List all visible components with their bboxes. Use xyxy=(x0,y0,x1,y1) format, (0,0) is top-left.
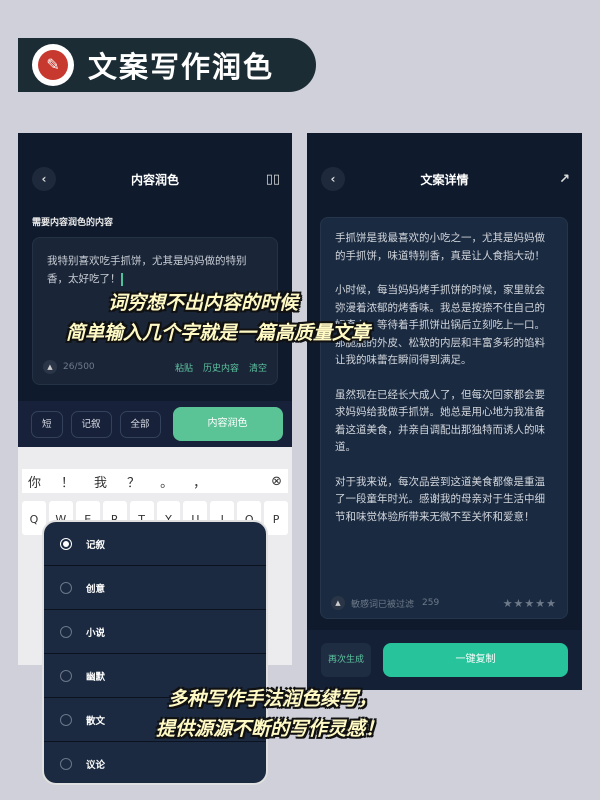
candidate[interactable]: ？ xyxy=(127,472,140,491)
option-argument[interactable]: 议论 xyxy=(44,742,266,783)
regenerate-button[interactable]: 再次生成 xyxy=(321,643,371,677)
option-label: 议论 xyxy=(86,759,106,771)
clear-button[interactable]: 清空 xyxy=(249,361,267,374)
text-caret xyxy=(120,272,123,286)
option-label: 记叙 xyxy=(86,539,106,551)
length-chip[interactable]: 短 xyxy=(31,410,63,438)
char-count: 26/500 xyxy=(63,362,95,372)
detail-screen: ‹ 文案详情 ↗ 手抓饼是我最喜欢的小吃之一，尤其是妈妈做的手抓饼，味道特别香，… xyxy=(307,133,582,690)
paragraph: 对于我来说，每次品尝到这道美食都像是重温了一段童年时光。感谢我的母亲对于生活中细… xyxy=(335,475,545,523)
rating-stars[interactable]: ★★★★★ xyxy=(503,597,557,610)
caption: 提供源源不断的写作灵感！ xyxy=(156,718,385,740)
caption: 简单输入几个字就是一篇高质量文章 xyxy=(66,322,371,344)
pencil-icon: ✎ xyxy=(32,44,74,86)
option-label: 散文 xyxy=(86,715,106,727)
share-icon[interactable]: ↗ xyxy=(559,172,570,187)
radio-icon xyxy=(60,669,72,682)
candidate[interactable]: 。 xyxy=(160,472,173,491)
candidate[interactable]: 你 xyxy=(28,472,41,491)
style-menu: 记叙 创意 小说 幽默 散文 议论 xyxy=(42,520,268,785)
radio-icon xyxy=(60,713,72,726)
option-label: 创意 xyxy=(86,583,106,595)
paragraph: 手抓饼是我最喜欢的小吃之一，尤其是妈妈做的手抓饼，味道特别香，真是让人食指大动！ xyxy=(335,232,545,262)
candidate[interactable]: ， xyxy=(193,472,206,491)
filter-note: 敏感词已被过滤 xyxy=(351,599,415,610)
option-label: 幽默 xyxy=(86,671,106,683)
screen-title: 内容润色 xyxy=(130,172,179,187)
back-button[interactable]: ‹ xyxy=(321,167,345,191)
screen-title: 文案详情 xyxy=(420,172,469,187)
book-icon[interactable]: ▯▯ xyxy=(266,172,280,187)
radio-checked-icon xyxy=(60,537,72,550)
result-card: 手抓饼是我最喜欢的小吃之一，尤其是妈妈做的手抓饼，味道特别香，真是让人食指大动！… xyxy=(320,217,568,619)
candidate[interactable]: 我 xyxy=(94,472,107,491)
caption: 多种写作手法润色续写， xyxy=(168,688,378,710)
close-candidates-icon[interactable]: ⊗ xyxy=(271,474,282,489)
collapse-button[interactable]: ▲ xyxy=(43,360,57,374)
radio-icon xyxy=(60,625,72,638)
input-text: 我特别喜欢吃手抓饼，尤其是妈妈做的特别香，太好吃了！ xyxy=(47,255,247,285)
copy-button[interactable]: 一键复制 xyxy=(383,643,568,677)
option-label: 小说 xyxy=(86,627,106,639)
back-button[interactable]: ‹ xyxy=(32,167,56,191)
paragraph: 虽然现在已经长大成人了，但每次回家都会要求妈妈给我做手抓饼。她总是用心地为我准备… xyxy=(335,388,545,454)
radio-icon xyxy=(60,757,72,770)
title-banner: ✎ 文案写作润色 xyxy=(18,38,316,92)
paste-button[interactable]: 粘贴 xyxy=(175,361,193,374)
caption: 词穷想不出内容的时候 xyxy=(108,292,299,314)
radio-icon xyxy=(60,581,72,594)
option-creative[interactable]: 创意 xyxy=(44,566,266,610)
input-label: 需要内容润色的内容 xyxy=(32,218,114,228)
candidate[interactable]: ！ xyxy=(61,472,74,491)
candidate-bar: 你 ！ 我 ？ 。 ， ⊗ xyxy=(22,469,288,493)
scope-chip[interactable]: 全部 xyxy=(119,410,161,438)
option-narrative[interactable]: 记叙 xyxy=(44,522,266,566)
style-chip[interactable]: 记叙 xyxy=(70,410,112,438)
polish-button[interactable]: 内容润色 xyxy=(172,407,283,441)
collapse-button[interactable]: ▲ xyxy=(331,596,345,610)
history-button[interactable]: 历史内容 xyxy=(203,361,239,374)
key[interactable]: P xyxy=(264,501,289,535)
word-count: 259 xyxy=(422,598,440,608)
banner-title: 文案写作润色 xyxy=(88,50,275,84)
option-novel[interactable]: 小说 xyxy=(44,610,266,654)
